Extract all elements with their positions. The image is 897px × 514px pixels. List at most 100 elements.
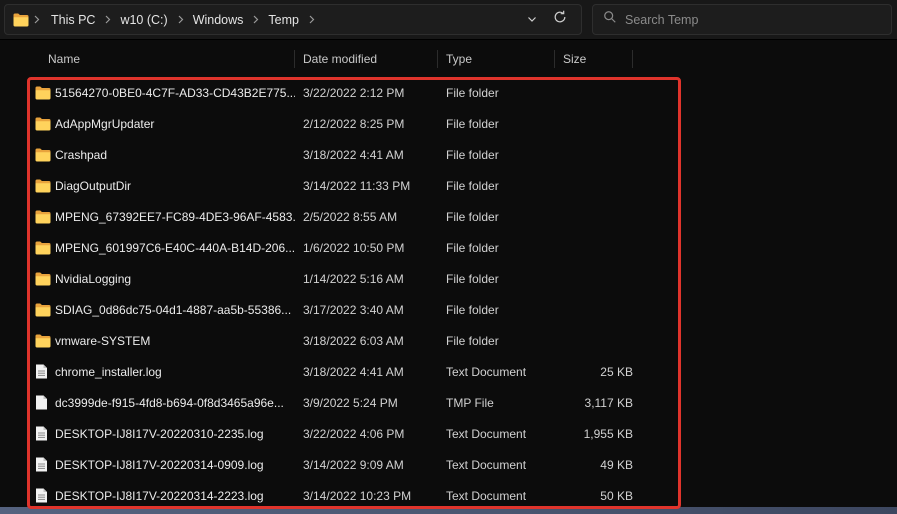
- file-row[interactable]: Crashpad 3/18/2022 4:41 AM File folder: [0, 139, 897, 170]
- text-document-icon: [35, 488, 55, 503]
- file-name: AdAppMgrUpdater: [55, 116, 155, 131]
- file-date-modified: 3/22/2022 2:12 PM: [303, 85, 405, 100]
- breadcrumb-item[interactable]: w10 (C:): [113, 10, 174, 30]
- refresh-button[interactable]: [547, 7, 573, 33]
- file-icon: [35, 395, 55, 410]
- file-row[interactable]: DiagOutputDir 3/14/2022 11:33 PM File fold…: [0, 170, 897, 201]
- file-date-modified: 3/17/2022 3:40 AM: [303, 302, 404, 317]
- folder-icon: [35, 179, 55, 193]
- file-size: 1,955 KB: [583, 426, 633, 441]
- folder-icon: [35, 148, 55, 162]
- file-type: File folder: [446, 85, 499, 100]
- folder-icon: [35, 303, 55, 317]
- address-bar[interactable]: This PC w10 (C:) Windows Temp: [4, 4, 582, 35]
- file-type: File folder: [446, 147, 499, 162]
- address-toolbar: This PC w10 (C:) Windows Temp: [0, 0, 897, 40]
- window-bottom-edge: [0, 507, 897, 514]
- chevron-right-icon[interactable]: [306, 15, 317, 24]
- file-name: Crashpad: [55, 147, 108, 162]
- file-type: File folder: [446, 333, 499, 348]
- file-row[interactable]: MPENG_601997C6-E40C-440A-B14D-206... 1/6/…: [0, 232, 897, 263]
- file-row[interactable]: vmware-SYSTEM 3/18/2022 6:03 AM File folde…: [0, 325, 897, 356]
- chevron-right-icon: [31, 15, 42, 24]
- folder-icon: [35, 86, 55, 100]
- file-row[interactable]: DESKTOP-IJ8I17V-20220314-0909.log 3/14/20…: [0, 449, 897, 480]
- chevron-right-icon[interactable]: [175, 15, 186, 24]
- file-date-modified: 1/14/2022 5:16 AM: [303, 271, 404, 286]
- address-dropdown-button[interactable]: [519, 7, 545, 33]
- file-row[interactable]: NvidiaLogging 1/14/2022 5:16 AM File folde…: [0, 263, 897, 294]
- file-row[interactable]: 51564270-0BE0-4C7F-AD33-CD43B2E775... 3/2…: [0, 77, 897, 108]
- column-header-size[interactable]: Size: [555, 49, 633, 68]
- file-name: DiagOutputDir: [55, 178, 132, 193]
- text-document-icon: [35, 457, 55, 472]
- file-date-modified: 3/22/2022 4:06 PM: [303, 426, 405, 441]
- file-date-modified: 3/14/2022 10:23 PM: [303, 488, 412, 503]
- file-type: File folder: [446, 209, 499, 224]
- file-type: Text Document: [446, 488, 527, 503]
- file-type: File folder: [446, 302, 499, 317]
- file-type: Text Document: [446, 364, 527, 379]
- file-name: chrome_installer.log: [55, 364, 162, 379]
- file-size: 50 KB: [600, 488, 633, 503]
- file-size: 3,117 KB: [584, 395, 633, 410]
- file-name: SDIAG_0d86dc75-04d1-4887-aa5b-55386...: [55, 302, 292, 317]
- folder-icon: [35, 117, 55, 131]
- file-name: MPENG_67392EE7-FC89-4DE3-96AF-4583...: [55, 209, 295, 224]
- file-date-modified: 2/5/2022 8:55 AM: [303, 209, 398, 224]
- file-date-modified: 3/18/2022 4:41 AM: [303, 364, 404, 379]
- current-folder-icon: [13, 13, 29, 27]
- column-header-type[interactable]: Type: [438, 49, 555, 68]
- breadcrumb-item[interactable]: This PC: [44, 10, 102, 30]
- column-header-name[interactable]: Name: [48, 49, 295, 68]
- text-document-icon: [35, 364, 55, 379]
- column-header-row: Name Date modified Type Size: [0, 40, 897, 77]
- file-type: File folder: [446, 116, 499, 131]
- file-name: vmware-SYSTEM: [55, 333, 151, 348]
- file-size: 49 KB: [600, 457, 633, 472]
- folder-icon: [35, 210, 55, 224]
- file-row[interactable]: MPENG_67392EE7-FC89-4DE3-96AF-4583... 2/5…: [0, 201, 897, 232]
- search-input[interactable]: [625, 12, 881, 27]
- file-date-modified: 3/18/2022 4:41 AM: [303, 147, 404, 162]
- file-name: MPENG_601997C6-E40C-440A-B14D-206...: [55, 240, 295, 255]
- search-icon: [603, 10, 617, 29]
- file-type: File folder: [446, 178, 499, 193]
- file-row[interactable]: SDIAG_0d86dc75-04d1-4887-aa5b-55386... 3/…: [0, 294, 897, 325]
- file-type: File folder: [446, 271, 499, 286]
- search-box[interactable]: [592, 4, 892, 35]
- chevron-down-icon: [527, 11, 537, 29]
- file-type: Text Document: [446, 457, 527, 472]
- chevron-right-icon[interactable]: [102, 15, 113, 24]
- folder-icon: [35, 241, 55, 255]
- file-row[interactable]: dc3999de-f915-4fd8-b694-0f8d3465a96e... 3…: [0, 387, 897, 418]
- file-date-modified: 1/6/2022 10:50 PM: [303, 240, 405, 255]
- folder-icon: [35, 272, 55, 286]
- file-date-modified: 3/18/2022 6:03 AM: [303, 333, 404, 348]
- file-name: dc3999de-f915-4fd8-b694-0f8d3465a96e...: [55, 395, 284, 410]
- file-row[interactable]: chrome_installer.log 3/18/2022 4:41 AM Tex…: [0, 356, 897, 387]
- file-name: NvidiaLogging: [55, 271, 132, 286]
- file-name: DESKTOP-IJ8I17V-20220310-2235.log: [55, 426, 264, 441]
- folder-icon: [35, 334, 55, 348]
- file-row[interactable]: AdAppMgrUpdater 2/12/2022 8:25 PM File fol…: [0, 108, 897, 139]
- chevron-right-icon[interactable]: [250, 15, 261, 24]
- column-header-date-modified[interactable]: Date modified: [295, 49, 438, 68]
- file-name: 51564270-0BE0-4C7F-AD33-CD43B2E775...: [55, 85, 295, 100]
- file-list: 51564270-0BE0-4C7F-AD33-CD43B2E775... 3/2…: [0, 77, 897, 511]
- breadcrumb-item[interactable]: Temp: [261, 10, 306, 30]
- file-name: DESKTOP-IJ8I17V-20220314-2223.log: [55, 488, 264, 503]
- file-type: TMP File: [446, 395, 494, 410]
- breadcrumb-item[interactable]: Windows: [186, 10, 251, 30]
- file-name: DESKTOP-IJ8I17V-20220314-0909.log: [55, 457, 264, 472]
- file-type: File folder: [446, 240, 499, 255]
- file-date-modified: 2/12/2022 8:25 PM: [303, 116, 405, 131]
- file-date-modified: 3/9/2022 5:24 PM: [303, 395, 398, 410]
- file-size: 25 KB: [600, 364, 633, 379]
- file-date-modified: 3/14/2022 9:09 AM: [303, 457, 404, 472]
- breadcrumb: This PC w10 (C:) Windows Temp: [44, 10, 317, 30]
- file-date-modified: 3/14/2022 11:33 PM: [303, 178, 411, 193]
- file-row[interactable]: DESKTOP-IJ8I17V-20220310-2235.log 3/22/20…: [0, 418, 897, 449]
- refresh-icon: [553, 10, 567, 29]
- text-document-icon: [35, 426, 55, 441]
